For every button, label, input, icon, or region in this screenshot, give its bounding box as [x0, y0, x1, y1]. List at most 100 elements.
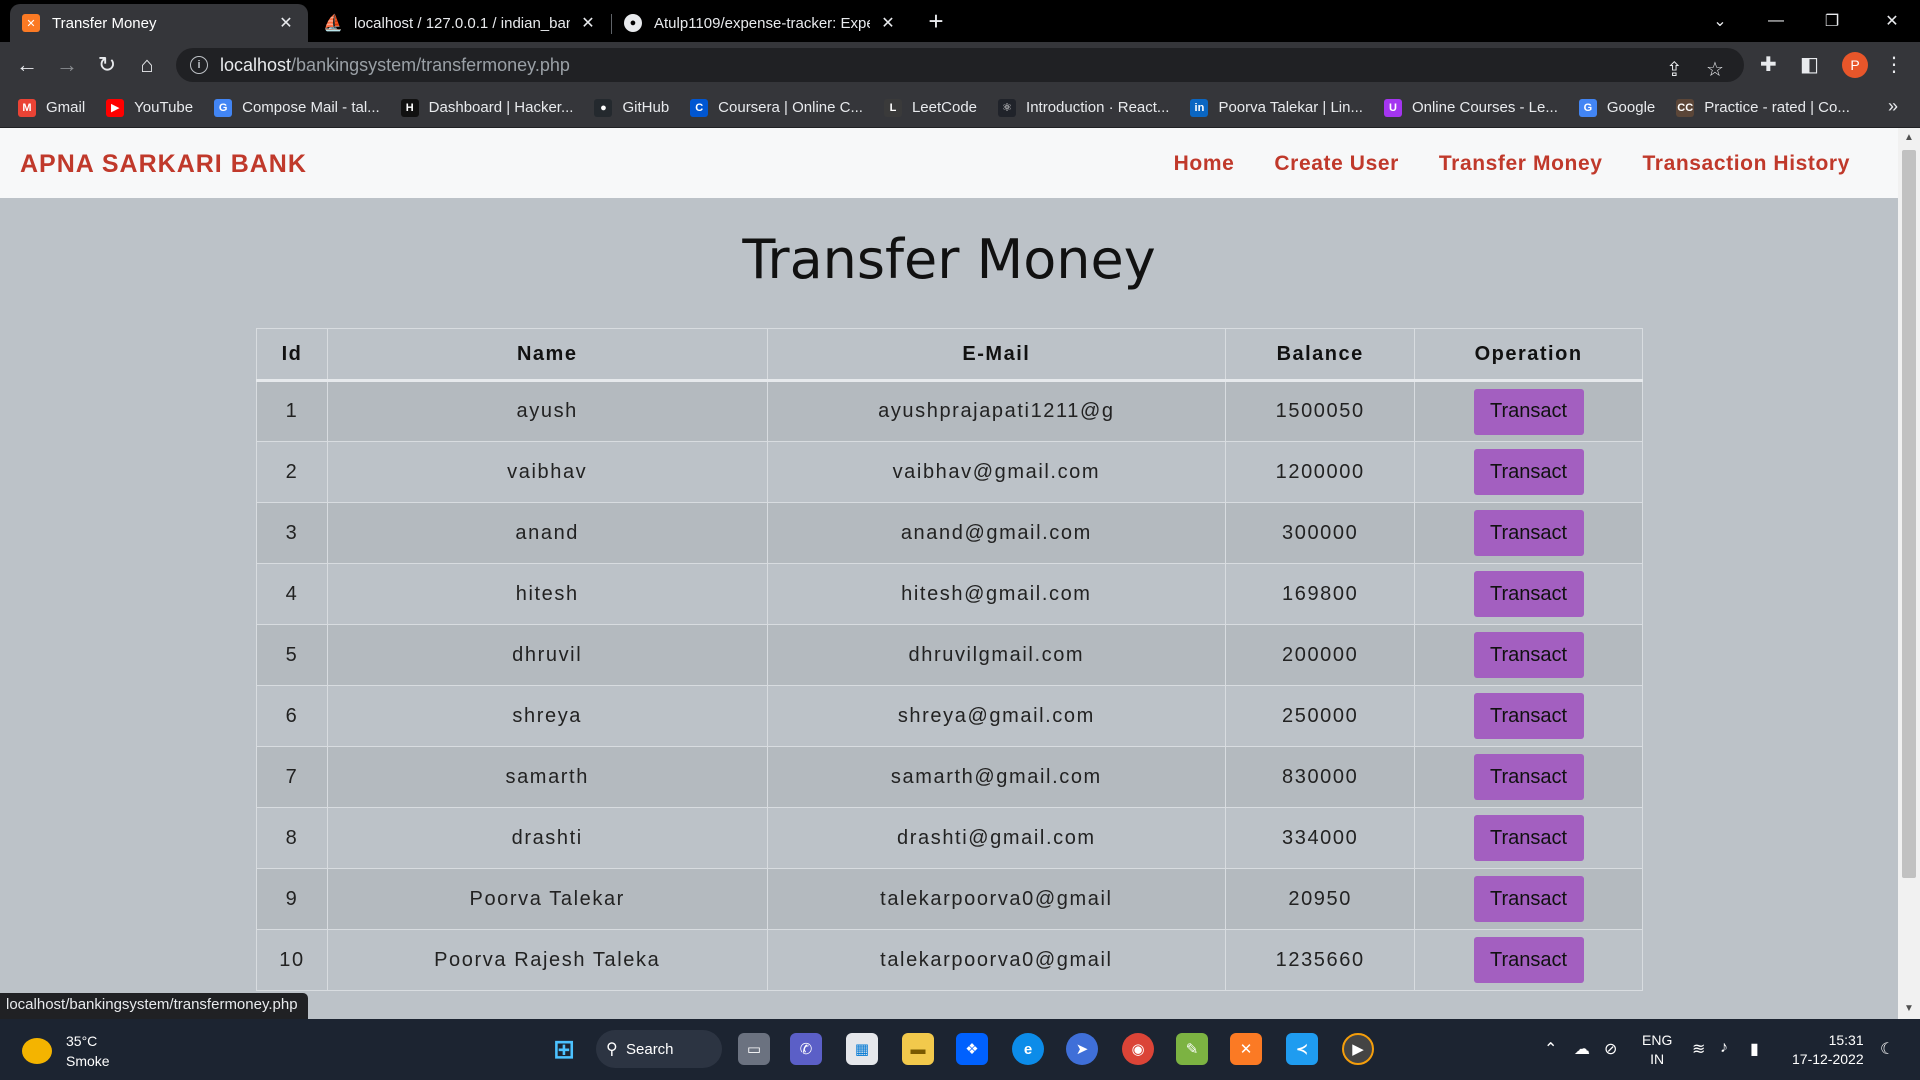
bookmark-item[interactable]: in Poorva Talekar | Lin... [1190, 98, 1363, 117]
nav-transfer-money[interactable]: Transfer Money [1439, 152, 1603, 176]
nav-home[interactable]: Home [1174, 152, 1235, 176]
header-operation: Operation [1414, 328, 1643, 382]
microsoft-store-icon[interactable]: ▦ [846, 1033, 878, 1065]
site-info-icon[interactable]: i [190, 56, 208, 74]
site-brand[interactable]: APNA SARKARI BANK [20, 150, 307, 179]
table-row: 8 drashti drashti@gmail.com 334000 Transact [256, 807, 1643, 869]
bookmark-item[interactable]: ⚛ Introduction · React... [998, 98, 1169, 117]
udemy-icon: U [1383, 98, 1402, 117]
bookmark-item[interactable]: G Google [1578, 98, 1655, 117]
tab-phpmyadmin[interactable]: ⛵ localhost / 127.0.0.1 / indian_ban ✕ [312, 4, 610, 42]
transact-button[interactable]: Transact [1473, 632, 1584, 678]
transact-button[interactable]: Transact [1473, 815, 1584, 861]
transact-button[interactable]: Transact [1473, 754, 1584, 800]
notepad-plus-icon[interactable]: ✎ [1176, 1033, 1208, 1065]
site-nav-links: Home Create User Transfer Money Transact… [1174, 152, 1850, 176]
bookmark-item[interactable]: G Compose Mail - tal... [214, 98, 380, 117]
bookmark-item[interactable]: H Dashboard | Hacker... [400, 98, 573, 117]
battery-icon[interactable]: ▮ [1750, 1039, 1759, 1059]
bookmark-item[interactable]: CC Practice - rated | Co... [1676, 98, 1850, 117]
nav-transaction-history[interactable]: Transaction History [1643, 152, 1850, 176]
onedrive-sync-icon[interactable]: ☁ [1574, 1039, 1590, 1059]
bookmark-item[interactable]: C Coursera | Online C... [690, 98, 863, 117]
transact-button[interactable]: Transact [1473, 693, 1584, 739]
cell-balance: 1235660 [1225, 929, 1416, 991]
task-view-icon[interactable]: ▭ [738, 1033, 770, 1065]
transact-button[interactable]: Transact [1473, 876, 1584, 922]
bookmark-item[interactable]: ● GitHub [594, 98, 669, 117]
address-bar[interactable]: i localhost/bankingsystem/transfermoney.… [176, 48, 1744, 82]
bookmark-item[interactable]: L LeetCode [883, 98, 977, 117]
telegram-icon[interactable]: ➤ [1066, 1033, 1098, 1065]
profile-avatar[interactable]: P [1842, 52, 1868, 78]
cell-balance: 250000 [1225, 685, 1416, 747]
tab-github[interactable]: ● Atulp1109/expense-tracker: Expe ✕ [612, 4, 910, 42]
table-header-row: Id Name E-Mail Balance Operation [256, 328, 1643, 382]
url-path: /bankingsystem/transfermoney.php [291, 54, 570, 75]
reload-icon[interactable]: ↻ [92, 50, 122, 80]
transact-button[interactable]: Transact [1473, 388, 1584, 435]
cell-email: dhruvilgmail.com [766, 624, 1227, 686]
close-tab-icon[interactable]: ✕ [878, 13, 898, 33]
language-indicator[interactable]: ENG IN [1642, 1031, 1672, 1069]
page-scrollbar[interactable]: ▲ ▼ [1898, 128, 1920, 1019]
close-tab-icon[interactable]: ✕ [276, 13, 296, 33]
edge-icon[interactable]: e [1012, 1033, 1044, 1065]
chrome-icon[interactable]: ◉ [1122, 1033, 1154, 1065]
share-icon[interactable]: ⇪ [1666, 57, 1683, 82]
bookmarks-overflow-icon[interactable]: » [1888, 96, 1898, 117]
close-tab-icon[interactable]: ✕ [578, 13, 598, 33]
notification-bell-icon[interactable]: ☾ [1880, 1039, 1894, 1059]
table-row: 5 dhruvil dhruvilgmail.com 200000 Transact [256, 624, 1643, 686]
vscode-icon[interactable]: ≺ [1286, 1033, 1318, 1065]
transact-button[interactable]: Transact [1473, 571, 1584, 617]
side-panel-icon[interactable]: ◧ [1800, 52, 1819, 77]
bookmarks-bar: M Gmail ▶ YouTube G Compose Mail - tal... H Das… [0, 88, 1920, 128]
new-tab-icon[interactable]: + [922, 8, 950, 36]
scrollbar-thumb[interactable] [1902, 150, 1916, 878]
restore-icon[interactable]: ❐ [1804, 0, 1860, 42]
tab-transfer-money[interactable]: ✕ Transfer Money ✕ [10, 4, 308, 42]
volume-icon[interactable]: ♪ [1720, 1039, 1728, 1057]
bookmark-star-icon[interactable]: ☆ [1706, 57, 1724, 82]
dropbox-icon[interactable]: ❖ [956, 1033, 988, 1065]
xampp-taskbar-icon[interactable]: ✕ [1230, 1033, 1262, 1065]
cell-name: drashti [326, 807, 768, 869]
system-clock[interactable]: 15:31 17-12-2022 [1792, 1031, 1864, 1069]
bookmark-item[interactable]: M Gmail [18, 98, 85, 117]
cell-id: 2 [256, 441, 328, 503]
windows-start-icon[interactable]: ⊞ [548, 1033, 580, 1065]
cell-balance: 300000 [1225, 502, 1416, 564]
weather-widget[interactable]: 35°C Smoke [22, 1031, 110, 1071]
bookmark-item[interactable]: U Online Courses - Le... [1383, 98, 1558, 117]
scroll-down-arrow-icon[interactable]: ▼ [1898, 999, 1920, 1019]
close-window-icon[interactable]: ✕ [1864, 0, 1920, 42]
tray-chevron-icon[interactable]: ⌃ [1544, 1039, 1557, 1059]
nav-create-user[interactable]: Create User [1274, 152, 1399, 176]
menu-kebab-icon[interactable]: ⋮ [1884, 52, 1904, 77]
network-alert-icon[interactable]: ⊘ [1604, 1039, 1617, 1059]
minimize-icon[interactable]: — [1748, 0, 1804, 42]
transact-button[interactable]: Transact [1473, 937, 1584, 983]
extensions-puzzle-icon[interactable]: ✚ [1760, 52, 1777, 77]
transact-button[interactable]: Transact [1473, 510, 1584, 556]
home-icon[interactable]: ⌂ [132, 50, 162, 80]
leetcode-icon: L [883, 98, 902, 117]
transact-button[interactable]: Transact [1473, 449, 1584, 495]
tab-search-chevron-icon[interactable]: ⌄ [1692, 0, 1748, 42]
scroll-up-arrow-icon[interactable]: ▲ [1898, 128, 1920, 148]
github-icon: ● [624, 14, 642, 32]
back-arrow-icon[interactable]: ← [12, 50, 42, 80]
wifi-icon[interactable]: ≋ [1692, 1039, 1705, 1059]
bookmark-label: YouTube [134, 99, 194, 116]
file-explorer-icon[interactable]: ▬ [902, 1033, 934, 1065]
bookmark-label: Poorva Talekar | Lin... [1218, 99, 1363, 116]
teams-chat-icon[interactable]: ✆ [790, 1033, 822, 1065]
bookmark-item[interactable]: ▶ YouTube [106, 98, 194, 117]
cell-name: hitesh [326, 563, 768, 625]
forward-arrow-icon[interactable]: → [52, 50, 82, 80]
media-player-icon[interactable]: ▶ [1342, 1033, 1374, 1065]
url-host: localhost [220, 54, 292, 75]
taskbar-search[interactable]: ⚲ Search [596, 1030, 722, 1068]
cell-operation: Transact [1414, 441, 1643, 503]
